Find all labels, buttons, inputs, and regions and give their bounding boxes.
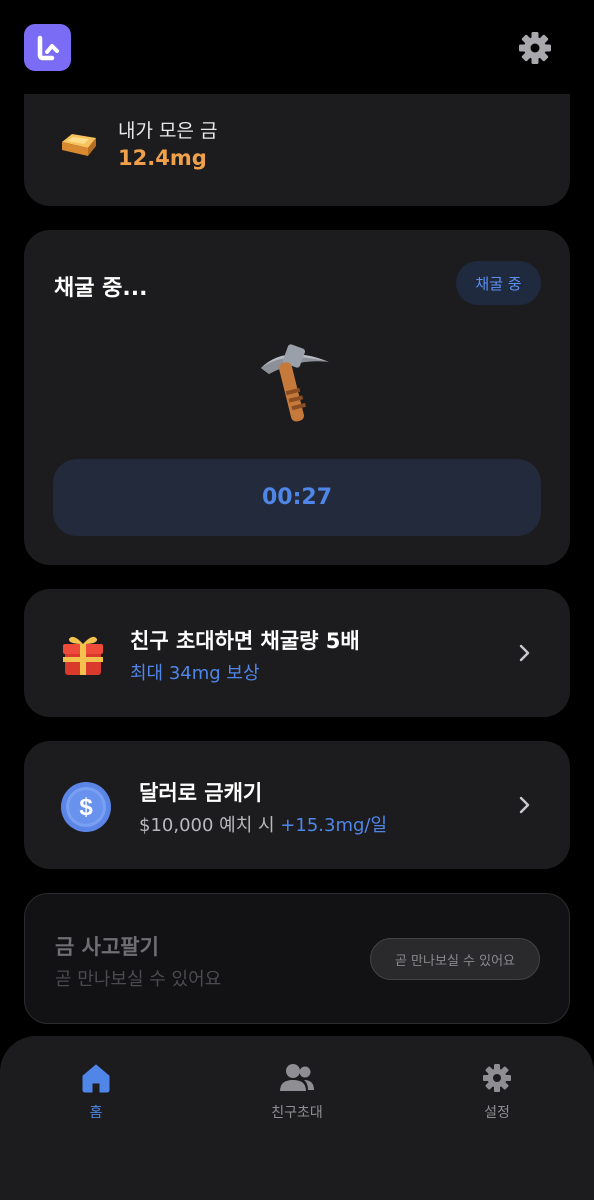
dollar-mining-card[interactable]: $ 달러로 금캐기 $10,000 예치 시 +15.3mg/일 xyxy=(24,741,570,869)
gold-bar-icon xyxy=(62,134,96,156)
chevron-right-icon xyxy=(519,796,530,814)
trade-subtitle: 곧 만나보실 수 있어요 xyxy=(55,969,222,990)
mining-status-badge: 채굴 중 xyxy=(456,261,541,305)
pickaxe-icon xyxy=(261,344,329,422)
top-bar xyxy=(0,0,594,94)
invite-friends-card[interactable]: 친구 초대하면 채굴량 5배 최대 34mg 보상 xyxy=(24,589,570,717)
bottom-nav: 홈 친구초대 설정 xyxy=(0,1036,594,1200)
timer-value: 00:27 xyxy=(261,485,333,510)
gold-label: 내가 모은 금 xyxy=(118,120,218,142)
trade-title: 금 사고팔기 xyxy=(55,935,159,959)
users-icon xyxy=(280,1064,314,1091)
nav-invite[interactable]: 친구초대 xyxy=(237,1062,357,1132)
gold-trade-card: 금 사고팔기 곧 만나보실 수 있어요 곧 만나보실 수 있어요 xyxy=(24,893,570,1024)
nav-settings-label: 설정 xyxy=(484,1105,510,1121)
gold-summary-card: 내가 모은 금 12.4mg xyxy=(24,94,570,206)
dollar-subtitle-prefix: $10,000 예치 시 xyxy=(139,815,281,836)
chevron-right-icon xyxy=(519,644,530,662)
gear-icon[interactable] xyxy=(516,29,554,67)
coming-soon-badge: 곧 만나보실 수 있어요 xyxy=(370,938,540,980)
invite-subtitle: 최대 34mg 보상 xyxy=(130,663,260,684)
nav-invite-label: 친구초대 xyxy=(271,1105,323,1121)
dollar-subtitle-rate: +15.3mg/일 xyxy=(280,815,388,836)
gift-icon xyxy=(63,636,103,675)
nav-home-label: 홈 xyxy=(89,1105,103,1121)
mining-title: 채굴 중... xyxy=(54,276,148,301)
nav-settings[interactable]: 설정 xyxy=(437,1062,557,1132)
mining-timer: 00:27 xyxy=(53,459,541,536)
dollar-coin-icon: $ xyxy=(61,782,111,832)
home-icon xyxy=(82,1064,110,1093)
mining-card: 채굴 중... 채굴 중 00:27 xyxy=(24,230,570,565)
gold-amount: 12.4mg xyxy=(118,146,207,170)
app-logo-icon xyxy=(37,35,59,60)
svg-text:$: $ xyxy=(79,794,93,821)
app-logo[interactable] xyxy=(24,24,71,71)
dollar-title: 달러로 금캐기 xyxy=(139,781,263,805)
invite-title: 친구 초대하면 채굴량 5배 xyxy=(130,629,360,653)
nav-home[interactable]: 홈 xyxy=(36,1062,156,1132)
gear-icon xyxy=(483,1064,511,1092)
dollar-subtitle: $10,000 예치 시 +15.3mg/일 xyxy=(139,811,387,837)
